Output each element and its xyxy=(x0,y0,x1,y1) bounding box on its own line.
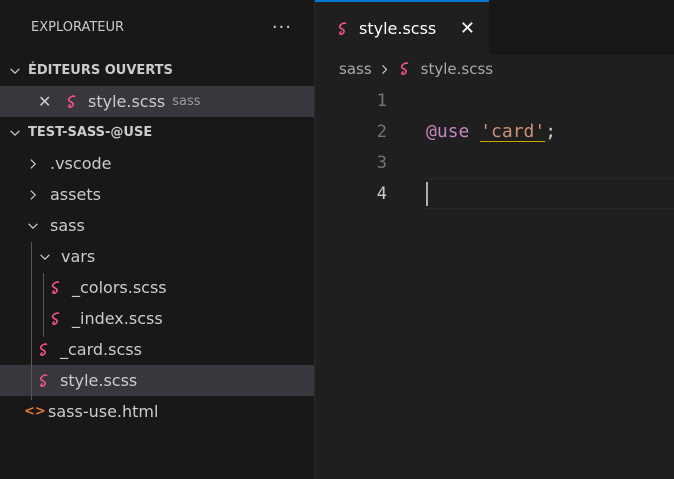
code-line: 1 xyxy=(315,85,674,116)
tree-item-label: vars xyxy=(61,247,96,266)
indent-guide xyxy=(43,273,44,337)
line-number: 3 xyxy=(376,152,387,173)
tree-item-label: _index.scss xyxy=(72,309,163,328)
tree-item-sass[interactable]: sass xyxy=(0,210,314,241)
tree-item-label: _colors.scss xyxy=(72,278,167,297)
explorer-sidebar: EXPLORATEUR ··· ÉDITEURS OUVERTS ✕ style… xyxy=(0,0,315,479)
tree-item-label: .vscode xyxy=(50,154,112,173)
tree-item-label: sass xyxy=(50,216,85,235)
line-number: 1 xyxy=(376,90,387,111)
editor-pane: style.scss ✕ sass style.scss 1 2 @use 'c… xyxy=(315,0,674,479)
tab-label: style.scss xyxy=(359,19,437,38)
open-editors-label: ÉDITEURS OUVERTS xyxy=(28,63,173,78)
close-icon[interactable]: ✕ xyxy=(38,92,54,111)
breadcrumb-folder[interactable]: sass xyxy=(339,60,372,78)
code-line: 3 xyxy=(315,147,674,178)
code-area[interactable]: 1 2 @use 'card'; 3 4 xyxy=(315,83,674,209)
sass-file-icon xyxy=(64,94,80,110)
tree-item-colors[interactable]: _colors.scss xyxy=(0,272,314,303)
tab-style-scss[interactable]: style.scss ✕ xyxy=(315,0,489,55)
punctuation-token: ; xyxy=(545,121,557,142)
chevron-down-icon xyxy=(8,64,22,78)
chevron-down-icon xyxy=(26,219,40,233)
project-label: TEST-SASS-@USE xyxy=(28,125,153,140)
chevron-down-icon xyxy=(38,250,52,264)
sass-file-icon xyxy=(48,280,64,296)
tree-item-label: sass-use.html xyxy=(48,402,159,421)
close-icon[interactable]: ✕ xyxy=(460,18,475,39)
tree-item-vscode[interactable]: .vscode xyxy=(0,148,314,179)
tree-item-style[interactable]: style.scss xyxy=(0,365,314,396)
explorer-header: EXPLORATEUR ··· xyxy=(0,0,314,55)
breadcrumb: sass style.scss xyxy=(315,55,674,83)
tree-item-card[interactable]: _card.scss xyxy=(0,334,314,365)
tree-item-assets[interactable]: assets xyxy=(0,179,314,210)
chevron-right-icon xyxy=(26,157,40,171)
sass-file-icon xyxy=(397,61,413,77)
project-section[interactable]: TEST-SASS-@USE xyxy=(0,117,314,148)
breadcrumb-file[interactable]: style.scss xyxy=(421,60,493,78)
current-line-highlight xyxy=(425,178,674,209)
html-file-icon: <> xyxy=(24,404,46,419)
keyword-token: @use xyxy=(426,121,470,142)
string-token: 'card' xyxy=(480,121,546,142)
chevron-down-icon xyxy=(8,126,22,140)
tree-item-label: style.scss xyxy=(60,371,138,390)
tree-item-label: _card.scss xyxy=(60,340,142,359)
explorer-title: EXPLORATEUR xyxy=(31,20,125,35)
line-number: 2 xyxy=(376,121,387,142)
open-editor-name: style.scss xyxy=(88,92,166,111)
code-line-current: 4 xyxy=(315,178,674,209)
tree-item-label: assets xyxy=(50,185,101,204)
tree-item-index[interactable]: _index.scss xyxy=(0,303,314,334)
tree-item-sass-use-html[interactable]: <> sass-use.html xyxy=(0,396,314,427)
sass-file-icon xyxy=(335,21,351,37)
line-number: 4 xyxy=(376,183,387,204)
chevron-right-icon xyxy=(26,188,40,202)
open-editors-section[interactable]: ÉDITEURS OUVERTS xyxy=(0,55,314,86)
chevron-right-icon xyxy=(378,63,391,76)
tree-item-vars[interactable]: vars xyxy=(0,241,314,272)
sass-file-icon xyxy=(36,373,52,389)
sass-file-icon xyxy=(36,342,52,358)
text-cursor xyxy=(426,182,428,206)
open-editor-item[interactable]: ✕ style.scss sass xyxy=(0,86,314,117)
sass-file-icon xyxy=(48,311,64,327)
open-editor-desc: sass xyxy=(172,94,201,109)
more-actions-icon[interactable]: ··· xyxy=(272,17,292,38)
code-line: 2 @use 'card'; xyxy=(315,116,674,147)
tab-bar: style.scss ✕ xyxy=(315,0,674,55)
indent-guide xyxy=(31,242,32,400)
code-text: @use 'card'; xyxy=(426,121,556,142)
